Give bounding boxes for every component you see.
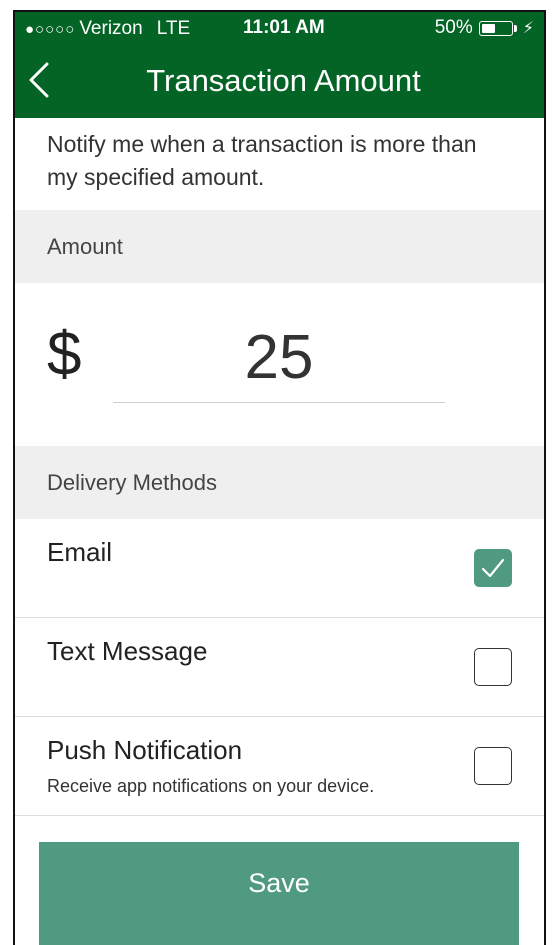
nav-bar: Transaction Amount [15,46,544,118]
save-button[interactable]: Save [39,842,519,945]
status-right: 50% ⚡︎ [435,17,534,39]
page-title: Transaction Amount [146,63,421,98]
method-label-push-notification: Push Notification [47,735,243,765]
battery-fill [481,23,496,33]
push-notification-checkbox[interactable] [474,747,512,785]
text-message-checkbox[interactable] [474,648,512,686]
method-label-email: Email [47,537,113,567]
currency-symbol: $ [47,320,82,389]
amount-section-header: Amount [15,210,544,283]
status-left: ●○○○○ Verizon LTE [25,18,190,40]
bolt-icon: ⚡︎ [522,20,534,37]
battery-tip [513,24,517,32]
battery-percent: 50% [434,17,473,38]
status-time: 11:01 AM [243,17,325,38]
method-label-text-message: Text Message [47,636,208,666]
intro-text: Notify me when a transaction is more tha… [47,131,477,190]
delivery-method-email[interactable]: Email [15,519,544,618]
delivery-methods-header: Delivery Methods [15,446,544,519]
carrier-name: Verizon [79,18,143,39]
delivery-method-push-notification[interactable]: Push Notification Receive app notificati… [15,717,544,816]
network-type: LTE [156,18,191,39]
signal-strength-icon: ●○○○○ [25,20,76,38]
save-area: Save [15,816,544,945]
checkmark-icon [481,558,505,578]
amount-row: $ [15,283,544,446]
amount-input[interactable] [113,313,445,403]
battery-icon [478,20,513,36]
email-checkbox[interactable] [474,549,512,587]
delivery-method-text-message[interactable]: Text Message [15,618,544,717]
app-screen: ●○○○○ Verizon LTE 11:01 AM 50% ⚡︎ Transa… [13,10,546,945]
status-bar: ●○○○○ Verizon LTE 11:01 AM 50% ⚡︎ [15,12,544,46]
method-description-push-notification: Receive app notifications on your device… [47,776,375,796]
